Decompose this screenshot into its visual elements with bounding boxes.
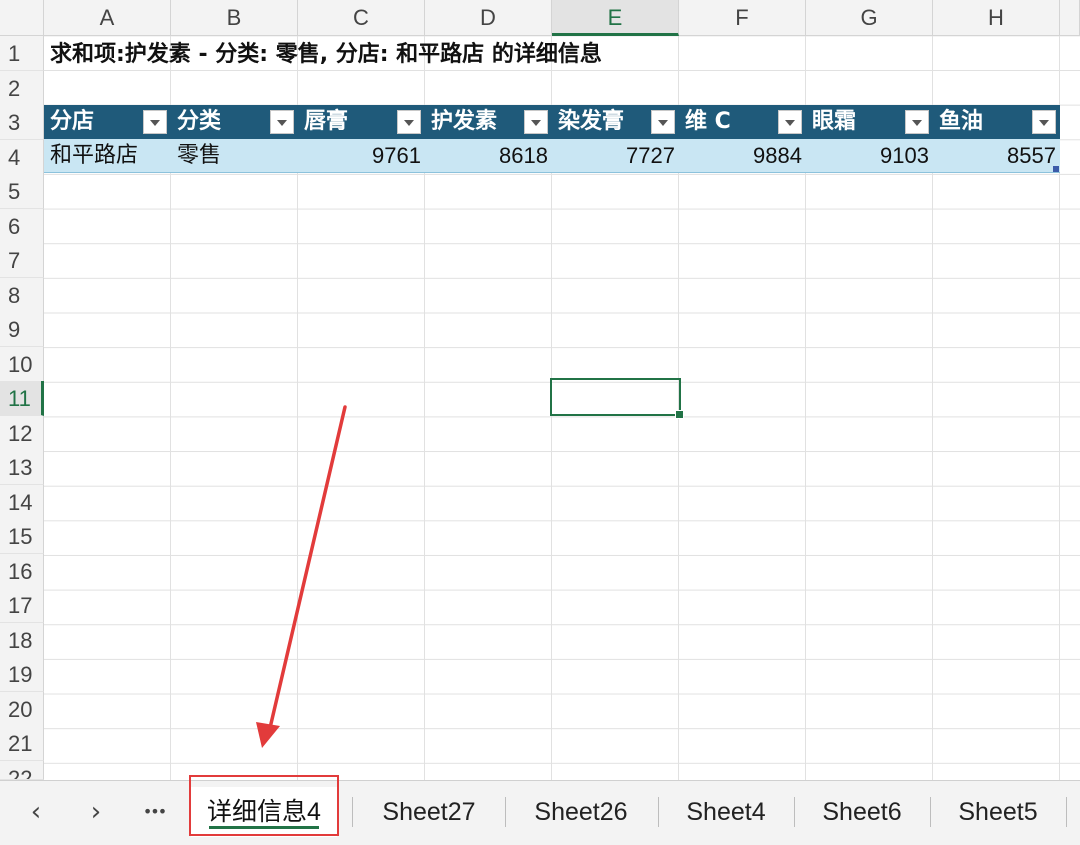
row-header-5[interactable]: 5 <box>0 174 44 209</box>
table-cell[interactable]: 9103 <box>806 139 929 173</box>
column-header-e[interactable]: E <box>552 0 679 36</box>
row-header-13[interactable]: 13 <box>0 450 44 485</box>
tab-divider <box>658 797 659 827</box>
row-header-18[interactable]: 18 <box>0 623 44 658</box>
filter-dropdown-icon[interactable] <box>524 110 548 134</box>
table-header-cell[interactable]: 眼霜 <box>806 105 856 139</box>
select-all-corner[interactable] <box>0 0 44 36</box>
row-header-3[interactable]: 3 <box>0 105 44 140</box>
row-header-6[interactable]: 6 <box>0 209 44 244</box>
tab-divider <box>1066 797 1067 827</box>
sheet-tab-sheet6[interactable]: Sheet6 <box>796 787 928 837</box>
column-header-a[interactable]: A <box>44 0 171 36</box>
row-header-9[interactable]: 9 <box>0 312 44 347</box>
sheet-tab-bar: ‹ › ••• 详细信息4 Sheet27 Sheet26 Sheet4 She… <box>0 780 1080 845</box>
filter-dropdown-icon[interactable] <box>143 110 167 134</box>
row-header-11[interactable]: 11 <box>0 381 44 416</box>
row-header-15[interactable]: 15 <box>0 519 44 554</box>
table-header-cell[interactable]: 唇膏 <box>298 105 348 139</box>
active-cell-selection[interactable] <box>550 378 684 419</box>
row-header-20[interactable]: 20 <box>0 692 44 727</box>
row-header-2[interactable]: 2 <box>0 71 44 106</box>
filter-dropdown-icon[interactable] <box>270 110 294 134</box>
sheet-tab-sheet26[interactable]: Sheet26 <box>507 787 655 837</box>
column-header-g[interactable]: G <box>806 0 933 36</box>
column-header-h[interactable]: H <box>933 0 1060 36</box>
next-sheet-icon[interactable]: › <box>80 796 112 828</box>
table-cell[interactable]: 9761 <box>298 139 421 173</box>
row-header-1[interactable]: 1 <box>0 36 44 71</box>
more-sheets-icon[interactable]: ••• <box>138 796 170 828</box>
prev-sheet-icon[interactable]: ‹ <box>20 796 52 828</box>
tab-divider <box>352 797 353 827</box>
table-cell[interactable]: 8618 <box>425 139 548 173</box>
table-cell[interactable]: 零售 <box>177 139 221 173</box>
tab-divider <box>505 797 506 827</box>
table-header-cell[interactable]: 护发素 <box>425 105 497 139</box>
column-header-f[interactable]: F <box>679 0 806 36</box>
row-header-12[interactable]: 12 <box>0 416 44 451</box>
row-header-21[interactable]: 21 <box>0 726 44 761</box>
sheet-tab-sheet4[interactable]: Sheet4 <box>660 787 792 837</box>
tab-divider <box>930 797 931 827</box>
table-row: 和平路店 零售 9761 8618 7727 9884 9103 8557 <box>44 139 1060 173</box>
annotation-highlight-box <box>189 775 339 836</box>
tab-divider <box>794 797 795 827</box>
table-header-row: 分店 分类 唇膏 护发素 染发膏 维 C 眼霜 鱼油 <box>44 105 1060 139</box>
table-header-cell[interactable]: 分店 <box>44 105 94 139</box>
sheet-tab-sheet27[interactable]: Sheet27 <box>355 787 503 837</box>
row-header-10[interactable]: 10 <box>0 347 44 382</box>
table-header-cell[interactable]: 分类 <box>171 105 221 139</box>
table-header-cell[interactable]: 鱼油 <box>933 105 983 139</box>
row-header-19[interactable]: 19 <box>0 657 44 692</box>
column-header-b[interactable]: B <box>171 0 298 36</box>
table-header-cell[interactable]: 染发膏 <box>552 105 624 139</box>
column-header-c[interactable]: C <box>298 0 425 36</box>
filter-dropdown-icon[interactable] <box>397 110 421 134</box>
table-cell[interactable]: 7727 <box>552 139 675 173</box>
sheet-tab-sheet5[interactable]: Sheet5 <box>932 787 1064 837</box>
table-cell[interactable]: 和平路店 <box>50 139 138 173</box>
column-header-d[interactable]: D <box>425 0 552 36</box>
table-cell[interactable]: 8557 <box>933 139 1056 173</box>
row-header-7[interactable]: 7 <box>0 243 44 278</box>
table-resize-handle[interactable] <box>1053 166 1059 172</box>
table-cell[interactable]: 9884 <box>679 139 802 173</box>
row-header-4[interactable]: 4 <box>0 140 44 175</box>
column-header-i[interactable] <box>1060 0 1080 36</box>
filter-dropdown-icon[interactable] <box>778 110 802 134</box>
row-header-16[interactable]: 16 <box>0 554 44 589</box>
row-header-14[interactable]: 14 <box>0 485 44 520</box>
row-header-22[interactable]: 22 <box>0 761 44 780</box>
filter-dropdown-icon[interactable] <box>905 110 929 134</box>
filter-dropdown-icon[interactable] <box>651 110 675 134</box>
row-header-8[interactable]: 8 <box>0 278 44 313</box>
filter-dropdown-icon[interactable] <box>1032 110 1056 134</box>
row-header-17[interactable]: 17 <box>0 588 44 623</box>
table-header-cell[interactable]: 维 C <box>679 105 731 139</box>
detail-title[interactable]: 求和项:护发素 - 分类: 零售, 分店: 和平路店 的详细信息 <box>50 38 602 72</box>
